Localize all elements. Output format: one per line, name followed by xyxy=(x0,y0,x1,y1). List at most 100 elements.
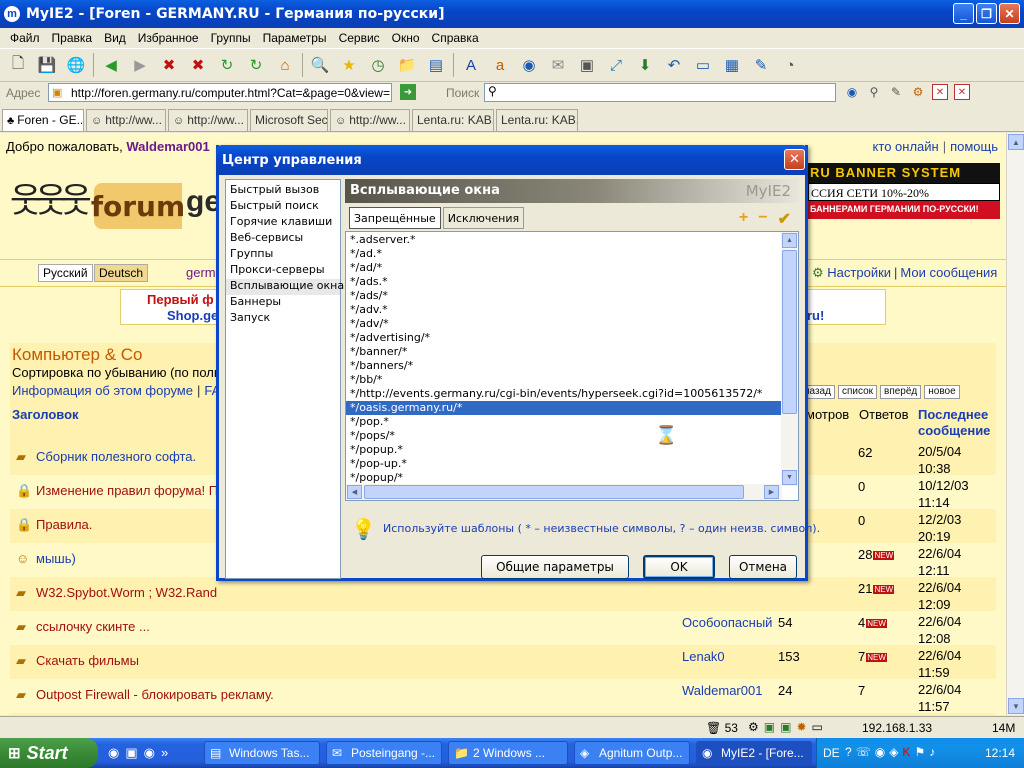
toolbar-icon[interactable]: ▭ xyxy=(691,53,715,77)
tab-blocked[interactable]: Запрещённые xyxy=(349,207,441,229)
topic-link[interactable]: Скачать фильмы xyxy=(36,653,139,668)
nav-list-button[interactable]: список xyxy=(837,385,878,399)
zoom-icon[interactable]: ⚲ xyxy=(866,84,882,100)
topic-link[interactable]: Outpost Firewall - блокировать рекламу. xyxy=(36,687,274,702)
author-link[interactable]: Waldemar001 xyxy=(682,683,762,698)
new-page-icon[interactable]: 🗋 xyxy=(6,53,30,77)
notes-icon[interactable]: ▤ xyxy=(424,53,448,77)
tab-exceptions[interactable]: Исключения xyxy=(442,207,525,229)
ie-tray-icon[interactable]: ◉ xyxy=(875,745,885,759)
col-title-header[interactable]: Заголовок xyxy=(12,407,79,422)
undo-close-icon[interactable]: ↶ xyxy=(662,53,686,77)
list-hscroll-thumb[interactable] xyxy=(364,485,744,499)
search-icon[interactable]: 🔍 xyxy=(308,53,332,77)
save-icon[interactable]: 💾 xyxy=(35,53,59,77)
list-item[interactable]: */http://events.germany.ru/cgi-bin/event… xyxy=(346,387,782,401)
topic-link[interactable]: ссылочку скинте ... xyxy=(36,619,150,634)
list-item[interactable]: */ad.* xyxy=(346,247,782,261)
tile-icon[interactable]: ▦ xyxy=(720,53,744,77)
start-button[interactable]: ⊞ Start xyxy=(0,738,98,768)
list-item[interactable]: */adv.* xyxy=(346,303,782,317)
tab-http-2[interactable]: ☺ http://ww... xyxy=(168,109,248,131)
fullscreen-icon[interactable]: ⤢ xyxy=(604,53,628,77)
shield-tray-icon[interactable]: ◈ xyxy=(889,745,898,759)
home-icon[interactable]: ⌂ xyxy=(273,53,297,77)
tab-microsoft[interactable]: Microsoft Sec... xyxy=(250,109,328,131)
kaspersky-tray-icon[interactable]: K xyxy=(902,745,910,759)
nav-new-button[interactable]: новое xyxy=(924,385,960,399)
settings-link[interactable]: Настройки xyxy=(827,265,891,280)
window-title-bar[interactable]: m MyIE2 - [Foren - GERMANY.RU - Германия… xyxy=(0,0,1024,28)
list-item[interactable]: */pops/* xyxy=(346,429,782,443)
list-scroll-up-icon[interactable]: ▲ xyxy=(782,233,797,248)
topic-link[interactable]: Сборник полезного софта. xyxy=(36,449,196,464)
history-icon[interactable]: ◷ xyxy=(366,53,390,77)
list-item[interactable]: */popup/* xyxy=(346,471,782,485)
banner-ad[interactable]: RU BANNER SYSTEM ССИЯ СЕТИ 10%-20% БАННЕ… xyxy=(808,163,1000,223)
globe-icon[interactable]: 🌐 xyxy=(64,53,88,77)
germ-link[interactable]: germ xyxy=(186,265,216,280)
status-icon-5[interactable]: ▭ xyxy=(812,720,823,734)
encoding-icon[interactable]: a xyxy=(488,53,512,77)
quicklaunch-icon-2[interactable]: ▣ xyxy=(125,745,137,761)
edit-icon[interactable]: ✎ xyxy=(749,53,773,77)
author-link[interactable]: Особоопасный xyxy=(682,615,772,630)
menu-help[interactable]: Справка xyxy=(426,31,485,45)
restore-button[interactable]: ❐ xyxy=(976,3,997,24)
sidebar-item-hotkeys[interactable]: Горячие клавиши xyxy=(226,215,340,231)
task-2-windows[interactable]: 📁 2 Windows ... xyxy=(448,741,568,765)
nav-forward-button[interactable]: вперёд xyxy=(880,385,922,399)
list-item[interactable]: */advertising/* xyxy=(346,331,782,345)
task-posteingang[interactable]: ✉ Posteingang -... xyxy=(326,741,442,765)
stop-all-icon[interactable]: ✖ xyxy=(186,53,210,77)
task-agnitum[interactable]: ◈ Agnitum Outp... xyxy=(574,741,690,765)
list-scroll-left-icon[interactable]: ◀ xyxy=(347,485,362,499)
favorites-star-icon[interactable]: ★ xyxy=(337,53,361,77)
volume-tray-icon[interactable]: ♪ xyxy=(929,745,935,759)
list-item-selected[interactable]: */oasis.germany.ru/* xyxy=(346,401,782,415)
menu-edit[interactable]: Правка xyxy=(46,31,99,45)
status-icon-2[interactable]: ▣ xyxy=(764,720,775,734)
dialog-close-button[interactable]: ✕ xyxy=(784,149,805,170)
list-item[interactable]: */banners/* xyxy=(346,359,782,373)
quicklaunch-icon-1[interactable]: ◉ xyxy=(108,745,119,761)
lang-russian-button[interactable]: Русский xyxy=(38,264,93,282)
list-item[interactable]: */ads.* xyxy=(346,275,782,289)
online-link[interactable]: кто онлайн xyxy=(873,139,939,154)
forum-logo[interactable]: 웃웃웃 forum ge xyxy=(6,163,221,253)
sidebar-item-quick-search[interactable]: Быстрый поиск xyxy=(226,199,340,215)
apply-check-icon[interactable]: ✔ xyxy=(778,209,791,229)
cancel-button[interactable]: Отмена xyxy=(729,555,797,579)
close-tab-icon[interactable]: ✕ xyxy=(932,84,948,100)
general-settings-button[interactable]: Общие параметры xyxy=(481,555,629,579)
refresh-icon[interactable]: ↻ xyxy=(215,53,239,77)
minimize-button[interactable]: _ xyxy=(953,3,974,24)
menu-tools[interactable]: Сервис xyxy=(333,31,386,45)
blocked-popups-list[interactable]: *.adserver.* */ad.* */ad/* */ads.* */ads… xyxy=(345,231,799,501)
messages-link[interactable]: Мои сообщения xyxy=(900,265,997,280)
list-scroll-right-icon[interactable]: ▶ xyxy=(764,485,779,499)
list-item[interactable]: */ad/* xyxy=(346,261,782,275)
stop-icon[interactable]: ✖ xyxy=(157,53,181,77)
network-tray-icon[interactable]: ☏ xyxy=(856,745,871,759)
myie2-app-icon[interactable]: m xyxy=(4,6,20,22)
status-icon-3[interactable]: ▣ xyxy=(780,720,791,734)
list-item[interactable]: */adv/* xyxy=(346,317,782,331)
address-input[interactable]: ▣ http://foren.germany.ru/computer.html?… xyxy=(48,83,392,102)
list-item[interactable]: */ads/* xyxy=(346,289,782,303)
sidebar-item-web-services[interactable]: Веб-сервисы xyxy=(226,231,340,247)
topic-link[interactable]: Правила. xyxy=(36,517,92,532)
help-tray-icon[interactable]: ? xyxy=(845,745,852,759)
remove-icon[interactable]: − xyxy=(758,209,767,229)
close-window-button[interactable]: ✕ xyxy=(999,3,1020,24)
font-icon[interactable]: A xyxy=(459,53,483,77)
menu-window[interactable]: Окно xyxy=(386,31,426,45)
author-link[interactable]: Lenak0 xyxy=(682,649,725,664)
download-icon[interactable]: ⬇ xyxy=(633,53,657,77)
collector-icon[interactable]: ▣ xyxy=(575,53,599,77)
sidebar-item-popups[interactable]: Всплывающие окна xyxy=(226,279,344,295)
sidebar-item-startup[interactable]: Запуск xyxy=(226,311,340,327)
list-item[interactable]: */popup.* xyxy=(346,443,782,457)
list-vertical-scrollbar[interactable]: ▲ ▼ xyxy=(781,232,798,486)
options-icon[interactable]: ⚙ xyxy=(910,84,926,100)
